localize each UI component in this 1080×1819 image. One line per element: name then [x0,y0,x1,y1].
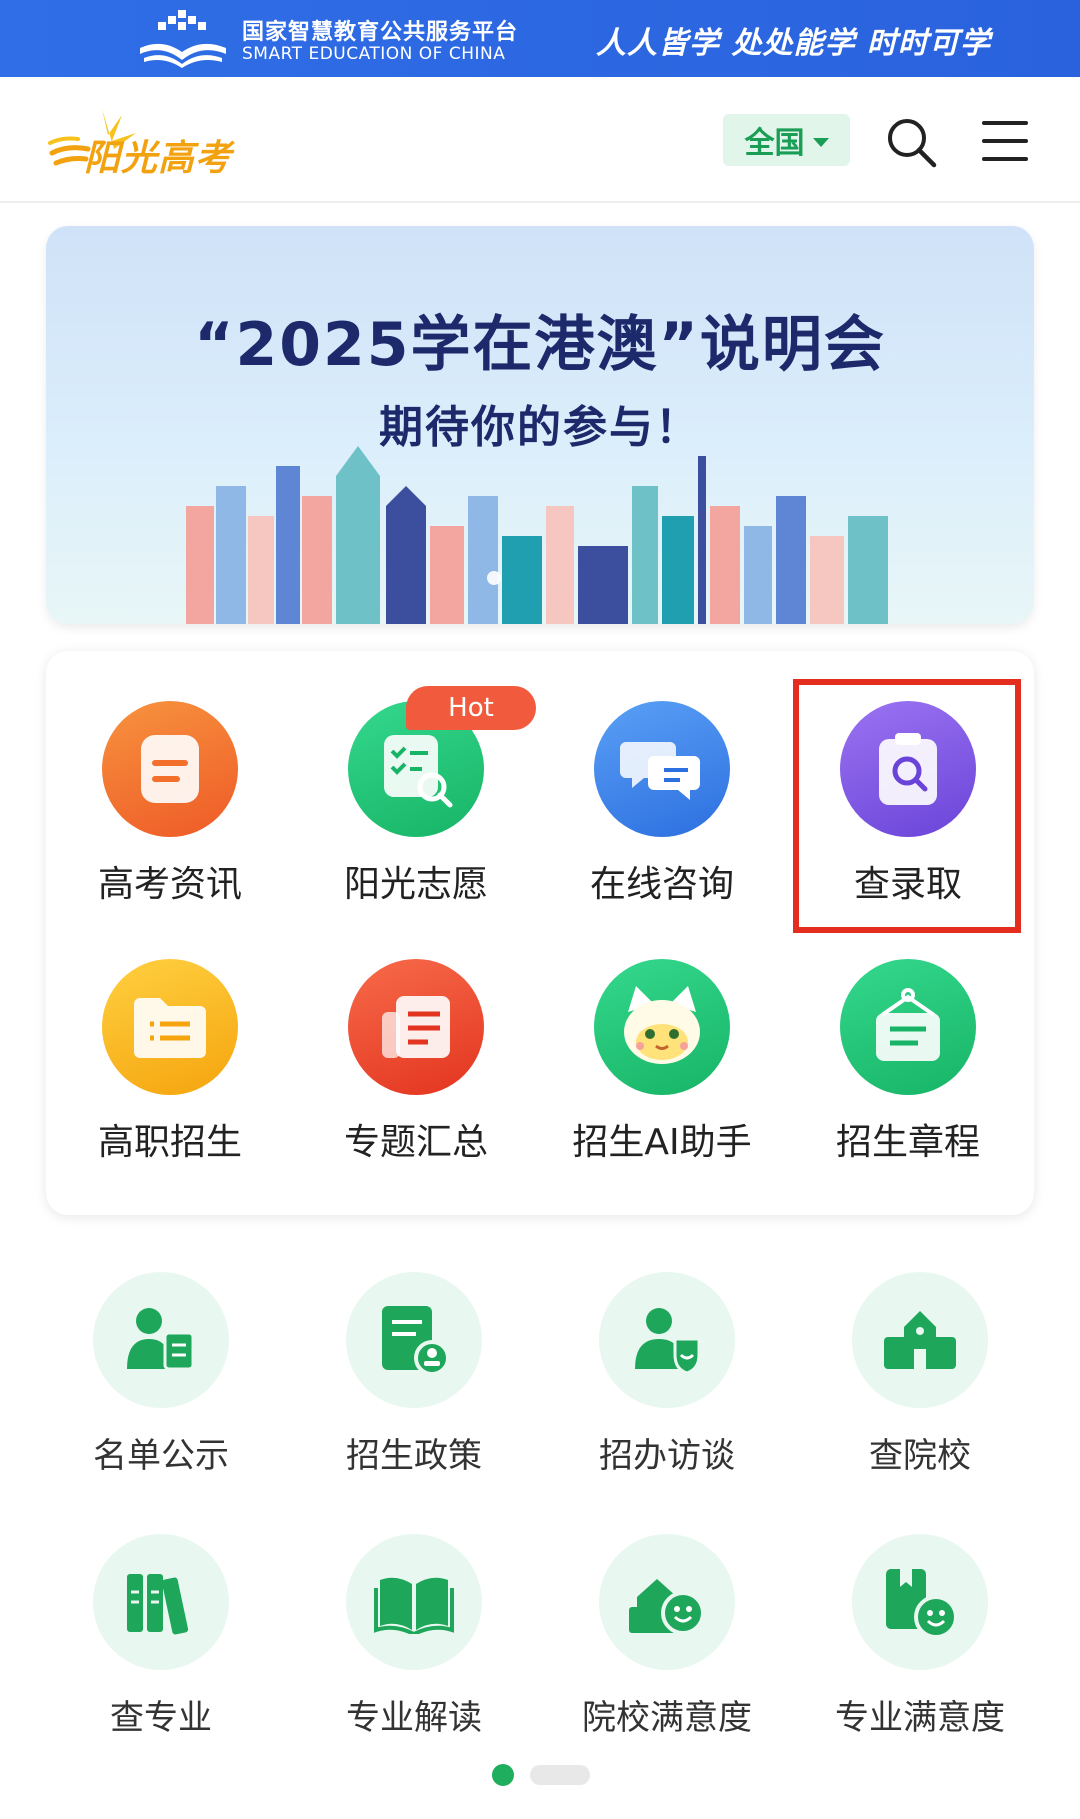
service-label: 查专业 [110,1698,212,1738]
page-dot-inactive[interactable] [530,1765,590,1785]
school-building-icon [852,1272,988,1408]
platform-slogan: 人人皆学 处处能学 时时可学 [596,26,991,61]
feature-gaokao-news[interactable]: 高考资讯 [70,701,270,907]
service-label: 专业解读 [346,1698,482,1738]
menu-icon[interactable] [980,117,1030,165]
page-indicator [0,1764,1080,1788]
feature-label: 高职招生 [97,1122,242,1163]
hanging-sign-icon [840,959,976,1095]
platform-name-cn: 国家智慧教育公共服务平台 [242,20,519,45]
service-label: 招办访谈 [599,1436,735,1476]
school-smile-icon [599,1534,735,1670]
feature-label: 高考资讯 [97,864,242,905]
service-major-interpretation[interactable]: 专业解读 [304,1534,524,1739]
brand-name: 阳光高考 [84,137,233,179]
smart-education-logo-icon [140,10,226,68]
site-header: 阳光高考 全国 [0,77,1080,203]
feature-sunshine-volunteer[interactable]: 阳光志愿 [316,701,516,907]
service-school-satisfaction[interactable]: 院校满意度 [557,1534,777,1739]
feature-online-consult[interactable]: 在线咨询 [562,701,762,907]
service-office-interview[interactable]: 招办访谈 [557,1272,777,1477]
feature-label: 招生章程 [835,1122,980,1163]
feature-admission-charter[interactable]: 招生章程 [808,959,1008,1165]
policy-document-icon [346,1272,482,1408]
books-icon [93,1534,229,1670]
platform-bar: 国家智慧教育公共服务平台 SMART EDUCATION OF CHINA 人人… [0,0,1080,77]
feature-topics[interactable]: 专题汇总 [316,959,516,1165]
service-label: 院校满意度 [582,1698,752,1738]
banner-title: “2025学在港澳”说明会 [194,310,886,380]
feature-label: 阳光志愿 [343,864,488,905]
document-icon [102,701,238,837]
person-shield-icon [599,1272,735,1408]
promo-banner[interactable]: “2025学在港澳”说明会 期待你的参与！ [46,226,1034,624]
platform-name-en: SMART EDUCATION OF CHINA [242,44,506,64]
service-label: 招生政策 [346,1436,482,1476]
feature-label: 在线咨询 [589,864,734,905]
service-label: 查院校 [869,1436,971,1476]
newspaper-icon [348,959,484,1095]
banner-page-dot[interactable] [487,571,501,585]
feature-label: 专题汇总 [343,1122,488,1163]
service-list-publicity[interactable]: 名单公示 [51,1272,271,1477]
brand-logo[interactable]: 阳光高考 [48,105,258,179]
folder-list-icon [102,959,238,1095]
book-smile-icon [852,1534,988,1670]
region-selector[interactable]: 全国 [723,114,850,166]
service-search-majors[interactable]: 查专业 [51,1534,271,1739]
service-search-schools[interactable]: 查院校 [810,1272,1030,1477]
city-skyline-illustration [186,446,888,624]
feature-vocational[interactable]: 高职招生 [70,959,270,1165]
person-document-icon [93,1272,229,1408]
mascot-icon [594,959,730,1095]
service-label: 专业满意度 [835,1698,1005,1738]
highlight-annotation-box [793,679,1021,933]
search-icon[interactable] [884,115,940,171]
feature-ai-assistant[interactable]: 招生AI助手 [562,959,762,1165]
feature-label: 招生AI助手 [572,1122,752,1163]
chat-bubbles-icon [594,701,730,837]
open-book-icon [346,1534,482,1670]
caret-down-icon [812,137,829,147]
service-label: 名单公示 [93,1436,229,1476]
region-label: 全国 [744,126,805,161]
service-admission-policy[interactable]: 招生政策 [304,1272,524,1477]
service-major-satisfaction[interactable]: 专业满意度 [810,1534,1030,1739]
hot-badge: Hot [406,686,536,730]
page-dot-active[interactable] [492,1764,514,1786]
